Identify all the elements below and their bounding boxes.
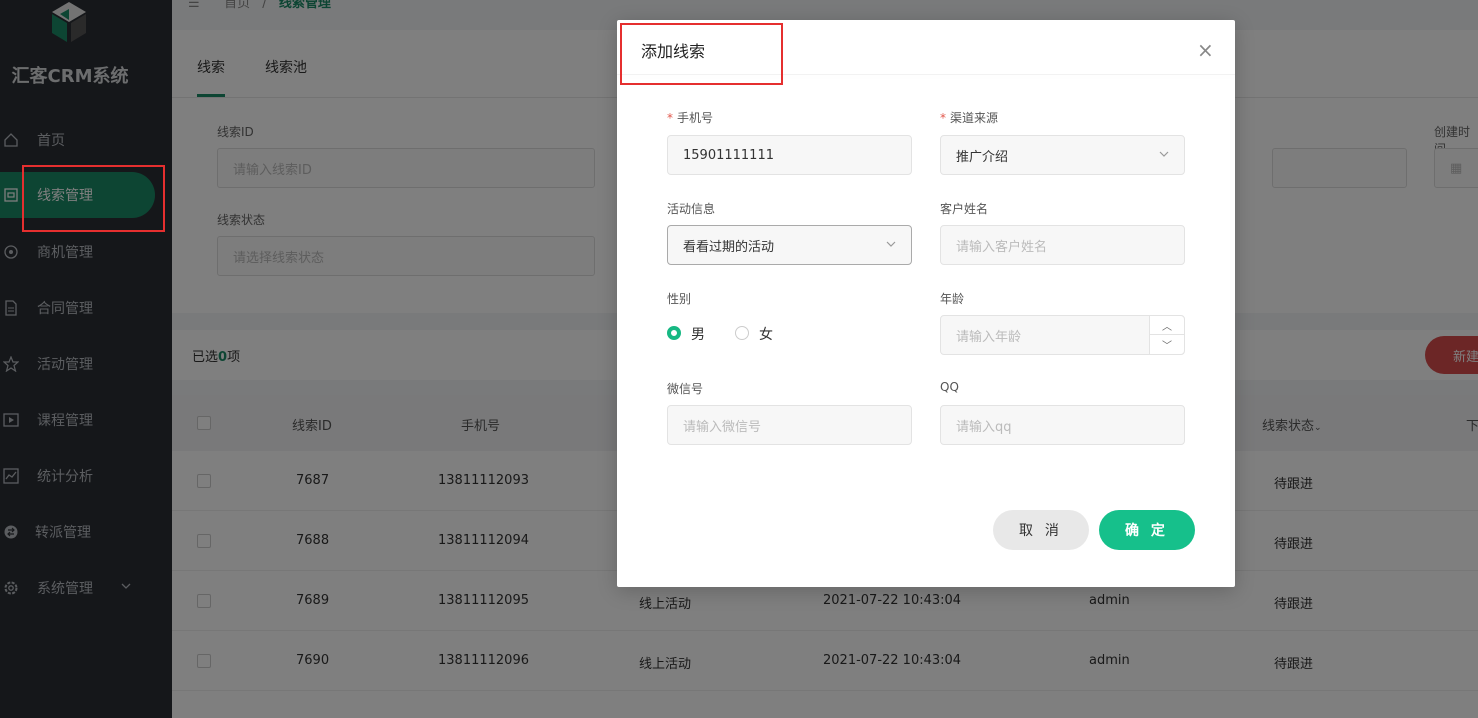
close-icon[interactable]: ×	[1197, 38, 1214, 62]
activity-label: 活动信息	[667, 202, 716, 216]
activity-value: 看看过期的活动	[683, 239, 775, 255]
gender-female-radio[interactable]	[735, 326, 749, 340]
add-clue-dialog: 添加线索 × * 手机号 15901111111 * 渠道来源 推广介绍 活动信息 …	[617, 20, 1235, 587]
activity-select[interactable]: 看看过期的活动	[667, 225, 912, 265]
channel-label: * 渠道来源	[940, 111, 999, 125]
confirm-button[interactable]: 确 定	[1099, 510, 1195, 550]
age-input[interactable]: 请输入年龄 ︿ ﹀	[940, 315, 1185, 355]
phone-label-text: 手机号	[677, 111, 714, 125]
phone-label: * 手机号	[667, 111, 714, 125]
age-placeholder: 请输入年龄	[956, 329, 1022, 345]
dialog-title: 添加线索	[641, 42, 706, 61]
chevron-down-icon	[886, 241, 896, 247]
chevron-down-icon	[1159, 151, 1169, 157]
channel-value: 推广介绍	[956, 149, 1009, 165]
increment-icon[interactable]: ︿	[1150, 316, 1184, 335]
age-label: 年龄	[940, 292, 965, 306]
wechat-input[interactable]: 请输入微信号	[667, 405, 912, 445]
dialog-header-divider	[617, 74, 1235, 75]
gender-male-radio[interactable]	[667, 326, 681, 340]
gender-label: 性别	[667, 292, 692, 306]
phone-input[interactable]: 15901111111	[667, 135, 912, 175]
gender-female-label[interactable]: 女	[759, 324, 773, 344]
gender-male-label[interactable]: 男	[691, 324, 705, 344]
wechat-label: 微信号	[667, 382, 704, 396]
customer-name-input[interactable]: 请输入客户姓名	[940, 225, 1185, 265]
qq-label: QQ	[940, 380, 959, 394]
customer-name-label: 客户姓名	[940, 202, 989, 216]
decrement-icon[interactable]: ﹀	[1150, 335, 1184, 354]
channel-select[interactable]: 推广介绍	[940, 135, 1185, 175]
channel-label-text: 渠道来源	[950, 111, 999, 125]
age-stepper: ︿ ﹀	[1149, 316, 1184, 354]
cancel-button[interactable]: 取 消	[993, 510, 1089, 550]
qq-input[interactable]: 请输入qq	[940, 405, 1185, 445]
